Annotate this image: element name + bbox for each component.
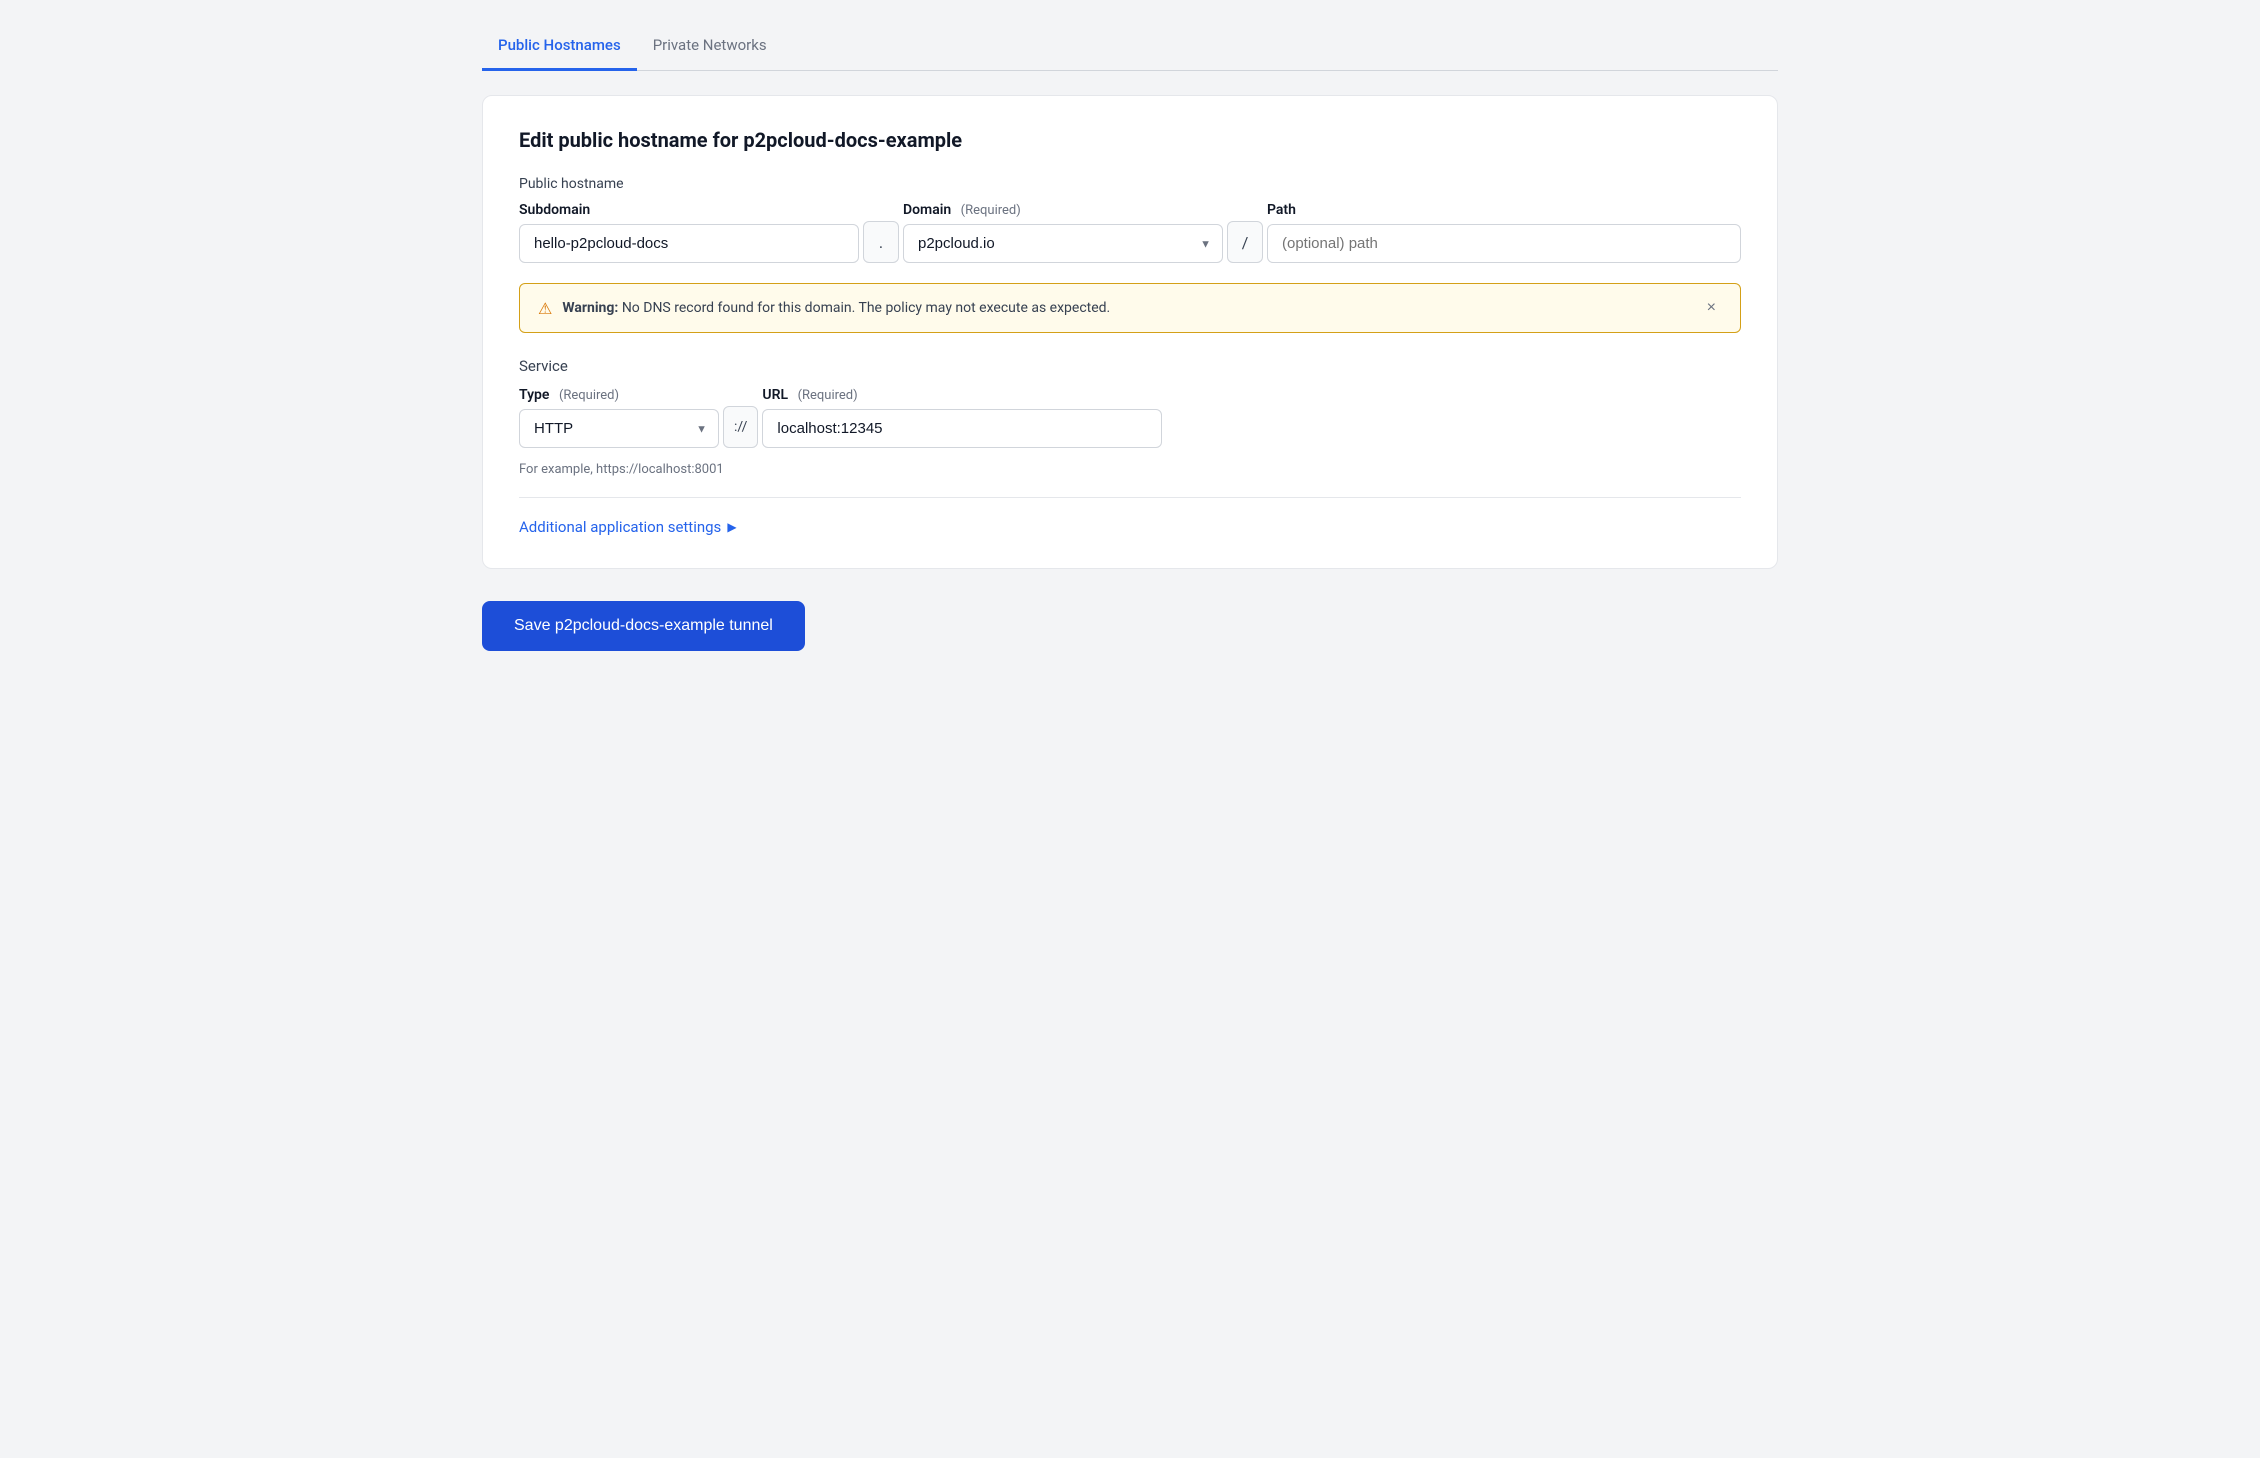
warning-text: Warning: No DNS record found for this do… bbox=[562, 300, 1110, 316]
path-input[interactable] bbox=[1267, 224, 1741, 263]
warning-close-button[interactable]: × bbox=[1701, 298, 1722, 318]
dot-separator: . bbox=[863, 221, 899, 263]
domain-required-label: (Required) bbox=[961, 203, 1021, 218]
edit-hostname-card: Edit public hostname for p2pcloud-docs-e… bbox=[482, 95, 1778, 569]
public-hostname-section-label: Public hostname bbox=[519, 176, 1741, 192]
domain-select[interactable]: p2pcloud.io bbox=[903, 224, 1223, 263]
warning-icon: ⚠ bbox=[538, 299, 552, 318]
domain-field-group: Domain (Required) p2pcloud.io bbox=[903, 202, 1223, 263]
protocol-separator: :// bbox=[723, 406, 758, 448]
path-label: Path bbox=[1267, 202, 1741, 218]
service-url-field-group: URL (Required) bbox=[762, 387, 1162, 448]
service-type-field-group: Type (Required) HTTP HTTPS TCP UDP bbox=[519, 387, 719, 448]
service-url-label: URL (Required) bbox=[762, 387, 1162, 403]
warning-content: ⚠ Warning: No DNS record found for this … bbox=[538, 299, 1110, 318]
save-tunnel-button[interactable]: Save p2pcloud-docs-example tunnel bbox=[482, 601, 805, 651]
service-row: Type (Required) HTTP HTTPS TCP UDP :// bbox=[519, 387, 1741, 448]
domain-select-wrapper: p2pcloud.io bbox=[903, 224, 1223, 263]
service-url-input[interactable] bbox=[762, 409, 1162, 448]
tab-public-hostnames[interactable]: Public Hostnames bbox=[482, 24, 637, 71]
service-type-label: Type (Required) bbox=[519, 387, 719, 403]
service-url-required-label: (Required) bbox=[798, 388, 858, 403]
additional-settings-link[interactable]: Additional application settings ▶ bbox=[519, 518, 1741, 536]
service-type-select-wrapper: HTTP HTTPS TCP UDP bbox=[519, 409, 719, 448]
path-field-group: Path bbox=[1267, 202, 1741, 263]
example-text: For example, https://localhost:8001 bbox=[519, 462, 1741, 477]
domain-label: Domain (Required) bbox=[903, 202, 1223, 218]
tab-private-networks[interactable]: Private Networks bbox=[637, 24, 783, 71]
service-section-label: Service bbox=[519, 357, 1741, 375]
arrow-icon: ▶ bbox=[727, 520, 736, 534]
subdomain-field-group: Subdomain bbox=[519, 202, 859, 263]
subdomain-input[interactable] bbox=[519, 224, 859, 263]
card-title: Edit public hostname for p2pcloud-docs-e… bbox=[519, 128, 1741, 152]
divider bbox=[519, 497, 1741, 498]
hostname-row: Subdomain . Domain (Required) p2pcloud.i… bbox=[519, 202, 1741, 263]
service-type-select[interactable]: HTTP HTTPS TCP UDP bbox=[519, 409, 719, 448]
warning-banner: ⚠ Warning: No DNS record found for this … bbox=[519, 283, 1741, 333]
tab-bar: Public Hostnames Private Networks bbox=[482, 24, 1778, 71]
service-type-required-label: (Required) bbox=[559, 388, 619, 403]
subdomain-label: Subdomain bbox=[519, 202, 859, 218]
additional-settings-label: Additional application settings bbox=[519, 518, 721, 536]
slash-separator: / bbox=[1227, 221, 1263, 263]
